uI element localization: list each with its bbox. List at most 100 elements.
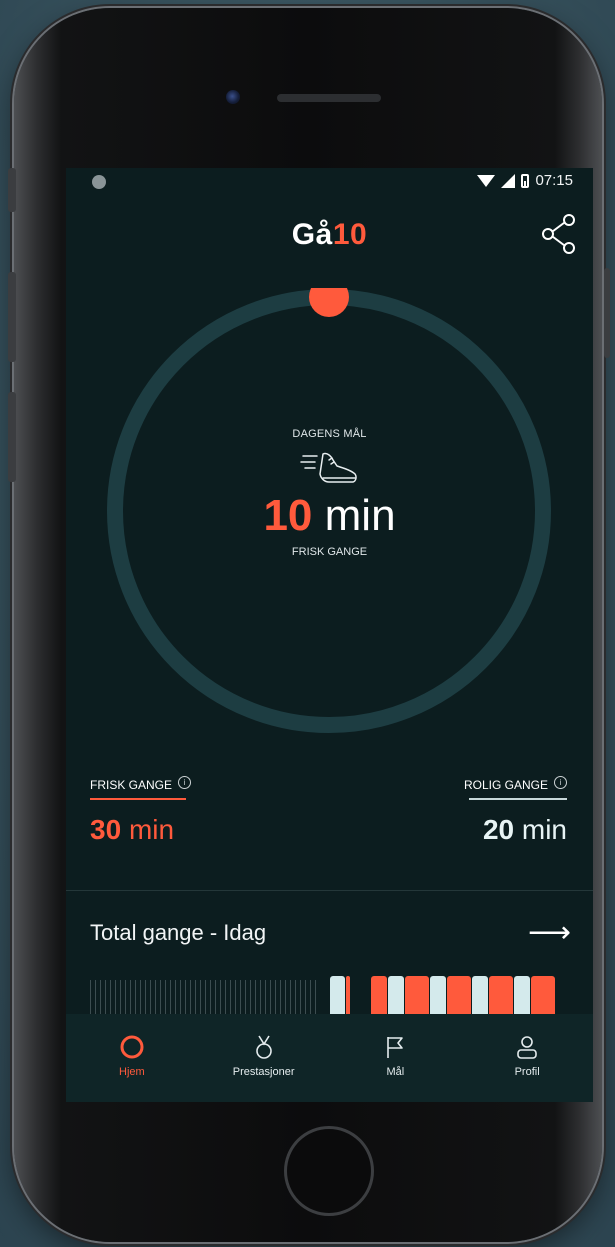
app-title: Gå10 — [66, 218, 593, 252]
timeline-tick — [110, 980, 111, 1014]
timeline-tick — [120, 980, 121, 1014]
flag-icon — [387, 1037, 404, 1058]
timeline-tick — [270, 980, 271, 1014]
bottom-navigation: Hjem Prestasjoner Mål Profil — [66, 1014, 593, 1102]
timeline-tick — [155, 980, 156, 1014]
calm-walk-underline — [469, 798, 567, 800]
nav-item-home[interactable]: Hjem — [66, 1014, 198, 1102]
app-screen: 07:15 Gå10 DAGENS MÅL 10 min FRISK GANGE… — [66, 168, 593, 1102]
timeline-tick — [175, 980, 176, 1014]
timeline-tick — [275, 980, 276, 1014]
timeline-tick — [300, 980, 301, 1014]
timeline-tick — [245, 980, 246, 1014]
front-camera — [226, 90, 240, 104]
total-walk-label: Total gange - Idag — [90, 920, 267, 945]
timeline-tick — [145, 980, 146, 1014]
brisk-walk-bar — [346, 976, 350, 1014]
timeline-tick — [235, 980, 236, 1014]
timeline-tick — [205, 980, 206, 1014]
timeline-tick — [215, 980, 216, 1014]
timeline-tick — [315, 980, 316, 1014]
timeline-tick — [130, 980, 131, 1014]
calm-walk-bar — [330, 976, 345, 1014]
timeline-tick — [255, 980, 256, 1014]
brisk-walk-value: 30 — [90, 814, 122, 845]
earpiece-speaker — [277, 94, 381, 102]
brisk-walk-label: FRISK GANGE — [90, 778, 173, 792]
timeline-tick — [250, 980, 251, 1014]
timeline-tick — [190, 980, 191, 1014]
nav-item-profile[interactable]: Profil — [461, 1014, 593, 1102]
volume-up-button[interactable] — [8, 272, 16, 362]
volume-down-button[interactable] — [8, 392, 16, 482]
home-button[interactable] — [284, 1126, 374, 1216]
progress-knob[interactable] — [309, 288, 349, 317]
nav-label-profile: Profil — [514, 1066, 540, 1078]
nav-label-home: Hjem — [119, 1066, 145, 1078]
calm-walk-bar — [430, 976, 446, 1014]
timeline-tick — [140, 980, 141, 1014]
timeline-tick — [310, 980, 311, 1014]
timeline-tick — [170, 980, 171, 1014]
timeline-tick — [115, 980, 116, 1014]
goal-value-unit: min — [324, 491, 396, 540]
calm-walk-label: ROLIG GANGE — [463, 778, 548, 792]
calm-walk-unit: min — [521, 814, 567, 845]
arrow-right-icon[interactable]: ⟶ — [528, 918, 571, 948]
timeline-tick — [230, 980, 231, 1014]
timeline-tick — [240, 980, 241, 1014]
calm-walk-value: 20 — [482, 814, 515, 845]
share-icon[interactable] — [539, 212, 579, 256]
calm-walk-bar — [514, 976, 530, 1014]
timeline-tick — [260, 980, 261, 1014]
status-bar: 07:15 — [66, 168, 593, 198]
brisk-walk-bar — [371, 976, 387, 1014]
timeline-tick — [225, 980, 226, 1014]
nav-item-goals[interactable]: Mål — [330, 1014, 462, 1102]
nav-label-achievements: Prestasjoner — [232, 1066, 295, 1078]
battery-icon — [521, 173, 530, 188]
brisk-walk-bar — [489, 976, 513, 1014]
timeline-tick — [95, 980, 96, 1014]
timeline-tick — [280, 980, 281, 1014]
person-icon — [517, 1036, 537, 1059]
goal-label: DAGENS MÅL — [292, 428, 367, 440]
timeline-tick — [210, 980, 211, 1014]
brisk-walk-stat[interactable]: FRISK GANGE i 30 min — [90, 775, 192, 846]
app-title-number: 10 — [332, 218, 368, 251]
brisk-walk-bar — [405, 976, 429, 1014]
goal-subtitle: FRISK GANGE — [291, 546, 368, 559]
wifi-icon — [477, 174, 496, 187]
brisk-walk-bar — [531, 976, 555, 1014]
info-icon[interactable]: i — [178, 775, 192, 789]
timeline-tick — [180, 980, 181, 1014]
total-walk-row[interactable]: Total gange - Idag ⟶ — [90, 918, 571, 948]
status-time: 07:15 — [535, 172, 573, 189]
timeline-tick — [185, 980, 186, 1014]
app-title-text: Gå — [291, 218, 333, 251]
mute-switch[interactable] — [8, 168, 16, 212]
medal-icon — [255, 1035, 272, 1059]
signal-icon — [501, 173, 516, 188]
calm-walk-stat[interactable]: ROLIG GANGE i 20 min — [463, 775, 567, 846]
nav-item-achievements[interactable]: Prestasjoner — [198, 1014, 330, 1102]
brisk-walk-underline — [90, 798, 186, 800]
timeline-tick — [220, 980, 221, 1014]
timeline-tick — [105, 980, 106, 1014]
power-button[interactable] — [604, 268, 610, 358]
phone-frame: 07:15 Gå10 DAGENS MÅL 10 min FRISK GANGE… — [14, 8, 602, 1242]
walking-shoe-icon — [299, 452, 357, 483]
brisk-walk-unit: min — [128, 814, 175, 845]
home-ring-icon — [120, 1035, 144, 1059]
brisk-walk-bar — [447, 976, 471, 1014]
timeline-tick — [100, 980, 101, 1014]
timeline-tick — [135, 980, 136, 1014]
notification-dot-icon — [92, 175, 106, 189]
timeline-tick — [150, 980, 151, 1014]
info-icon[interactable]: i — [554, 775, 567, 789]
timeline-tick — [160, 980, 161, 1014]
timeline-tick — [195, 980, 196, 1014]
timeline-tick — [265, 980, 266, 1014]
timeline-tick — [165, 980, 166, 1014]
goal-value-number: 10 — [263, 491, 313, 540]
